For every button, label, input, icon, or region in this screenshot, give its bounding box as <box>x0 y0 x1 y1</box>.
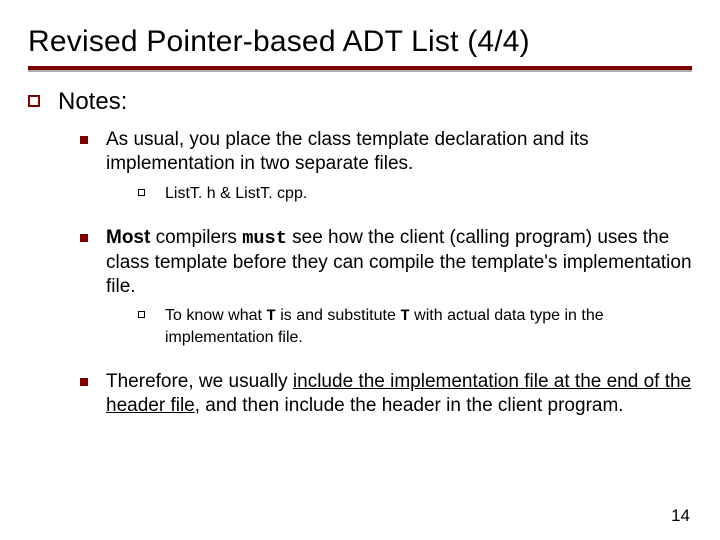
notes-heading: Notes: <box>28 88 692 116</box>
square-solid-bullet-icon <box>80 234 88 242</box>
list-item: Most compilers must see how the client (… <box>80 226 692 299</box>
title-rule <box>28 66 692 72</box>
square-open-bullet-icon <box>28 95 40 107</box>
bullet-2-seg1: compilers <box>150 227 242 248</box>
bullet-3-text: Therefore, we usually include the implem… <box>106 370 692 419</box>
bullet-2-text: Most compilers must see how the client (… <box>106 226 692 299</box>
bullet-1-text: As usual, you place the class template d… <box>106 128 692 177</box>
bullet-2a-mid: is and substitute <box>276 307 401 324</box>
square-open-small-bullet-icon <box>138 311 145 318</box>
bullet-2-must: must <box>242 227 287 249</box>
list-item: Therefore, we usually include the implem… <box>80 370 692 419</box>
list-item: To know what T is and substitute T with … <box>138 305 692 348</box>
bullet-2a-text: To know what T is and substitute T with … <box>165 305 692 348</box>
bullet-2a-pre: To know what <box>165 307 266 324</box>
code-T: T <box>400 307 409 325</box>
list-item: ListT. h & ListT. cpp. <box>138 183 692 204</box>
slide-title: Revised Pointer-based ADT List (4/4) <box>28 24 692 60</box>
page-number: 14 <box>671 506 690 526</box>
slide: Revised Pointer-based ADT List (4/4) Not… <box>0 0 720 540</box>
bullet-3-post: , and then include the header in the cli… <box>195 395 624 416</box>
square-open-small-bullet-icon <box>138 189 145 196</box>
bullet-1a-text: ListT. h & ListT. cpp. <box>165 183 307 204</box>
code-T: T <box>266 307 275 325</box>
bullet-2-most: Most <box>106 227 150 248</box>
square-solid-bullet-icon <box>80 136 88 144</box>
notes-label: Notes: <box>58 88 127 116</box>
list-item: As usual, you place the class template d… <box>80 128 692 177</box>
square-solid-bullet-icon <box>80 378 88 386</box>
bullet-3-pre: Therefore, we usually <box>106 371 293 392</box>
